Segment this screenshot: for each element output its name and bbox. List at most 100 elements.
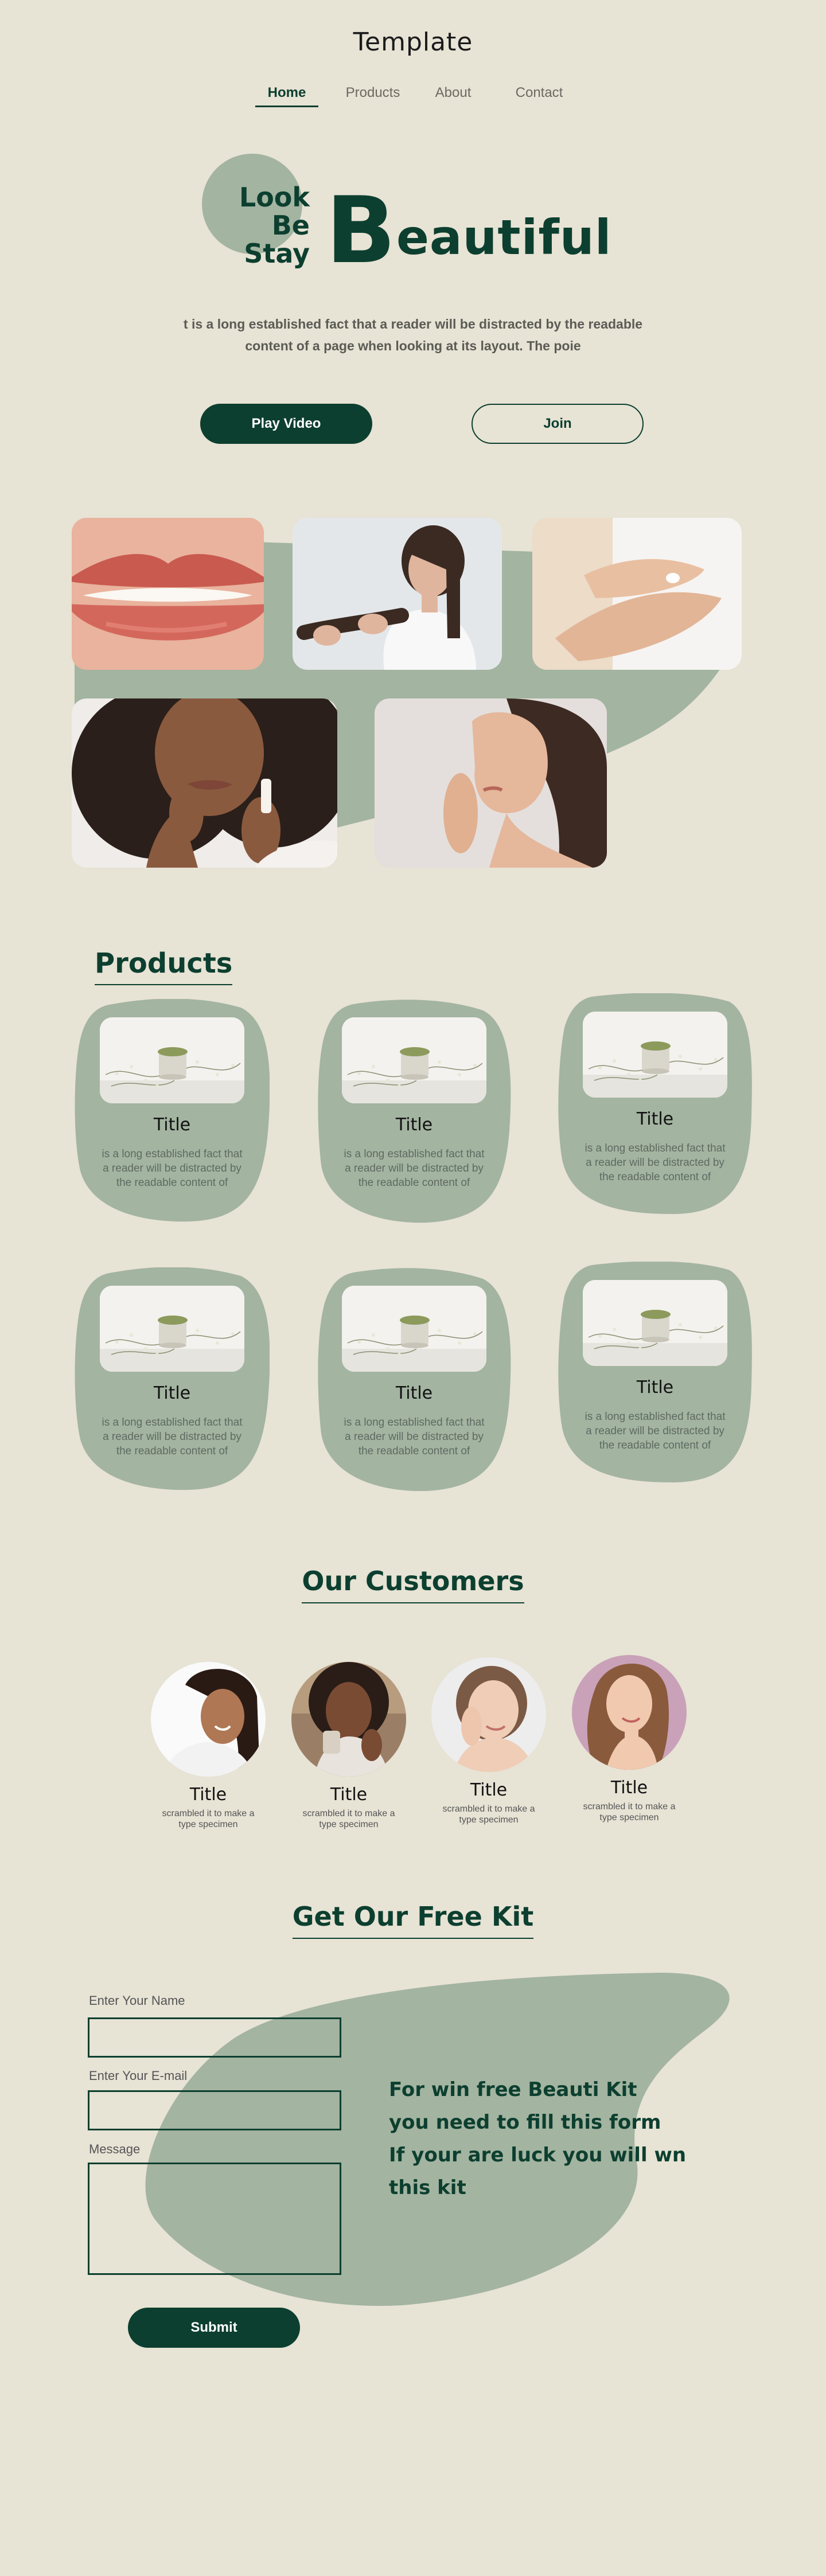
nav-products[interactable]: Products: [341, 85, 404, 107]
product-title: Title: [395, 1115, 433, 1135]
submit-button[interactable]: Submit: [128, 2308, 300, 2348]
customer-description: scrambled it to make a type specimen: [283, 1808, 415, 1830]
hero-tagline: Look Be Stay: [218, 182, 310, 270]
product-description-line: is a long established fact that: [585, 1142, 726, 1154]
customer-title: Title: [470, 1780, 508, 1800]
kit-promo-line: this kit: [389, 2176, 466, 2199]
product-description-line: the readable content of: [116, 1177, 228, 1189]
products-heading: Products: [95, 947, 233, 985]
kit-promo-line: For win free Beauti Kit: [389, 2078, 637, 2101]
customer-description-line: scrambled it to make a: [442, 1804, 535, 1814]
product-image: [100, 1017, 244, 1103]
customer-avatar: [291, 1662, 406, 1777]
hero-headline: Beautiful: [326, 185, 612, 276]
product-description-line: a reader will be distracted by: [103, 1162, 241, 1174]
product-image: [342, 1017, 486, 1103]
message-label: Message: [89, 2142, 141, 2156]
name-label: Enter Your Name: [89, 1993, 185, 2008]
customer-description-line: type specimen: [459, 1815, 519, 1825]
product-description-line: the readable content of: [116, 1445, 228, 1457]
lip-touch-photo: [375, 698, 607, 868]
product-description-line: is a long established fact that: [344, 1148, 485, 1160]
hero-headline-rest: eautiful: [396, 209, 612, 266]
customer-title: Title: [330, 1785, 368, 1805]
customer-description: scrambled it to make a type specimen: [563, 1801, 695, 1823]
product-description-line: a reader will be distracted by: [345, 1431, 484, 1443]
product-description: is a long established fact that a reader …: [340, 1147, 489, 1190]
join-button[interactable]: Join: [472, 404, 644, 444]
product-description-line: a reader will be distracted by: [586, 1157, 724, 1169]
customer-avatar: [151, 1662, 266, 1777]
product-description: is a long established fact that a reader …: [98, 1147, 247, 1190]
product-card[interactable]: Title is a long established fact that a re…: [558, 993, 753, 1217]
site-title: Template: [353, 28, 473, 57]
product-card[interactable]: Title is a long established fact that a re…: [75, 999, 270, 1223]
product-description-line: a reader will be distracted by: [103, 1431, 241, 1443]
product-card[interactable]: Title is a long established fact that a re…: [75, 1267, 270, 1491]
customer-card: Title scrambled it to make a type specimen: [142, 1662, 274, 1830]
nav-home[interactable]: Home: [255, 85, 318, 107]
customer-card: Title scrambled it to make a type specimen: [423, 1657, 555, 1825]
customers-heading-wrap: Our Customers: [0, 1566, 826, 1603]
product-title: Title: [153, 1115, 191, 1135]
product-description-line: the readable content of: [599, 1171, 711, 1183]
product-description: is a long established fact that a reader …: [580, 1410, 730, 1453]
product-description-line: is a long established fact that: [344, 1416, 485, 1428]
main-nav: Home Products About Contact: [0, 85, 826, 107]
message-textarea[interactable]: [88, 2163, 341, 2275]
product-description-line: the readable content of: [358, 1177, 470, 1189]
customer-avatar: [572, 1655, 687, 1770]
product-card[interactable]: Title is a long established fact that a re…: [558, 1262, 753, 1485]
customer-description-line: scrambled it to make a: [583, 1802, 676, 1812]
product-description-line: a reader will be distracted by: [345, 1162, 484, 1174]
email-input[interactable]: [88, 2090, 341, 2130]
customer-title: Title: [189, 1785, 227, 1805]
lip-balm-photo: [72, 698, 337, 868]
product-title: Title: [636, 1377, 674, 1398]
customer-description-line: scrambled it to make a: [162, 1809, 255, 1818]
product-title: Title: [636, 1109, 674, 1129]
lips-photo: [72, 518, 264, 670]
customer-description-line: scrambled it to make a: [302, 1809, 395, 1818]
customer-description: scrambled it to make a type specimen: [423, 1804, 555, 1825]
hero-tagline-look: Look: [239, 182, 310, 213]
nav-about[interactable]: About: [427, 85, 479, 107]
customer-avatar: [431, 1657, 546, 1772]
customer-description-line: type specimen: [319, 1820, 379, 1829]
customer-description-line: type specimen: [178, 1820, 238, 1829]
product-image: [583, 1280, 727, 1366]
kit-promo-line: you need to fill this form: [389, 2111, 661, 2134]
nav-contact[interactable]: Contact: [508, 85, 571, 107]
product-description: is a long established fact that a reader …: [98, 1415, 247, 1458]
product-title: Title: [395, 1383, 433, 1403]
product-image: [583, 1012, 727, 1098]
customer-description-line: type specimen: [599, 1813, 659, 1822]
kit-heading-wrap: Get Our Free Kit: [0, 1901, 826, 1939]
hero-tagline-be: Be: [271, 210, 310, 241]
product-description-line: the readable content of: [599, 1439, 711, 1451]
hero-description: t is a long established fact that a read…: [166, 313, 660, 357]
product-description-line: a reader will be distracted by: [586, 1425, 724, 1437]
customers-heading: Our Customers: [302, 1566, 524, 1603]
customer-title: Title: [610, 1778, 648, 1798]
hero-headline-initial: B: [326, 177, 396, 284]
product-image: [342, 1286, 486, 1372]
product-card[interactable]: Title is a long established fact that a re…: [317, 999, 512, 1223]
product-title: Title: [153, 1383, 191, 1403]
product-description-line: is a long established fact that: [102, 1148, 243, 1160]
product-description-line: is a long established fact that: [585, 1411, 726, 1423]
product-description-line: is a long established fact that: [102, 1416, 243, 1428]
product-description: is a long established fact that a reader …: [340, 1415, 489, 1458]
kit-promo-line: If your are luck you will wn: [389, 2144, 687, 2167]
product-card[interactable]: Title is a long established fact that a re…: [317, 1267, 512, 1491]
product-image: [100, 1286, 244, 1372]
email-label: Enter Your E-mail: [89, 2068, 188, 2083]
hero-description-line: content of a page when looking at its la…: [245, 338, 581, 353]
name-input[interactable]: [88, 2017, 341, 2058]
hero-description-line: t is a long established fact that a read…: [183, 317, 643, 331]
hand-cream-photo: [532, 518, 742, 670]
product-description: is a long established fact that a reader …: [580, 1141, 730, 1184]
hero-tagline-stay: Stay: [244, 238, 310, 270]
play-video-button[interactable]: Play Video: [200, 404, 372, 444]
customer-card: Title scrambled it to make a type specimen: [563, 1655, 695, 1823]
